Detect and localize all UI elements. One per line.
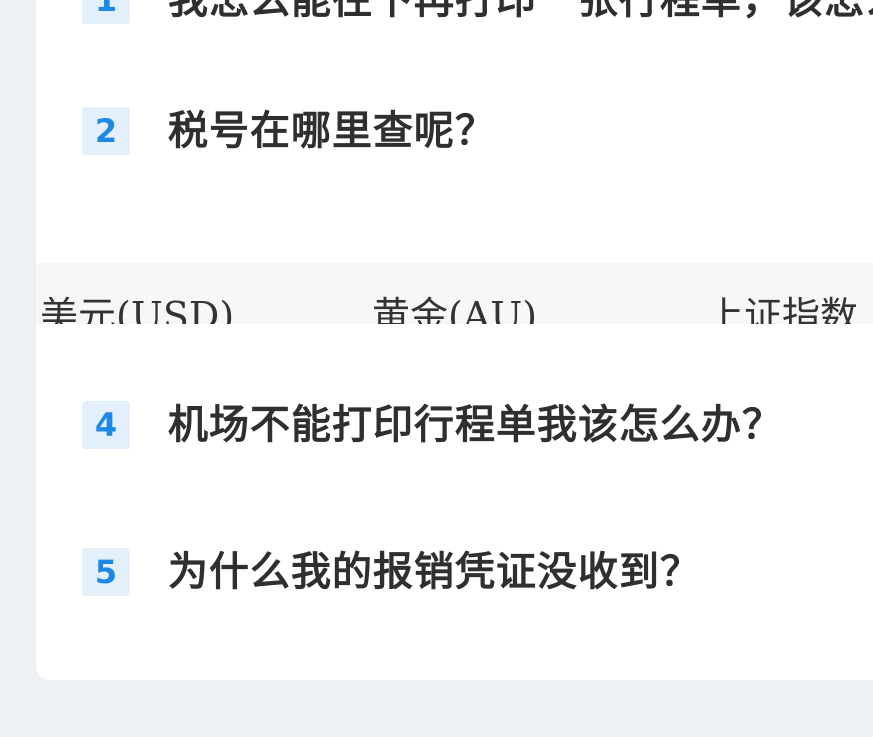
faq-item-5[interactable]: 5 为什么我的报销凭证没收到？ xyxy=(82,547,701,597)
ticker-item-gold: 黄金(AU) xyxy=(372,294,538,324)
faq-item-1[interactable]: 1 我怎么能往下再打印一张行程单，该怎么办呢 xyxy=(82,0,873,25)
faq-item-4[interactable]: 4 机场不能打印行程单我该怎么办？ xyxy=(82,400,783,450)
faq-card: 1 我怎么能往下再打印一张行程单，该怎么办呢 2 税号在哪里查呢？ 4 机场不能… xyxy=(36,0,873,680)
faq-item-2[interactable]: 2 税号在哪里查呢？ xyxy=(82,106,496,156)
ticker-item-index: 上证指数 xyxy=(706,294,859,324)
faq-number-badge: 2 xyxy=(82,107,130,155)
faq-question: 机场不能打印行程单我该怎么办？ xyxy=(168,402,783,448)
faq-question: 我怎么能往下再打印一张行程单，该怎么办呢 xyxy=(168,0,873,23)
faq-number-badge: 5 xyxy=(82,548,130,596)
faq-question: 税号在哪里查呢？ xyxy=(168,108,496,154)
faq-number-badge: 4 xyxy=(82,401,130,449)
ticker-item-usd: 美元(USD) xyxy=(40,294,235,324)
faq-question: 为什么我的报销凭证没收到？ xyxy=(168,549,701,595)
faq-number-badge: 1 xyxy=(82,0,130,24)
ticker-strip: 美元(USD) 黄金(AU) 上证指数 xyxy=(36,263,873,324)
